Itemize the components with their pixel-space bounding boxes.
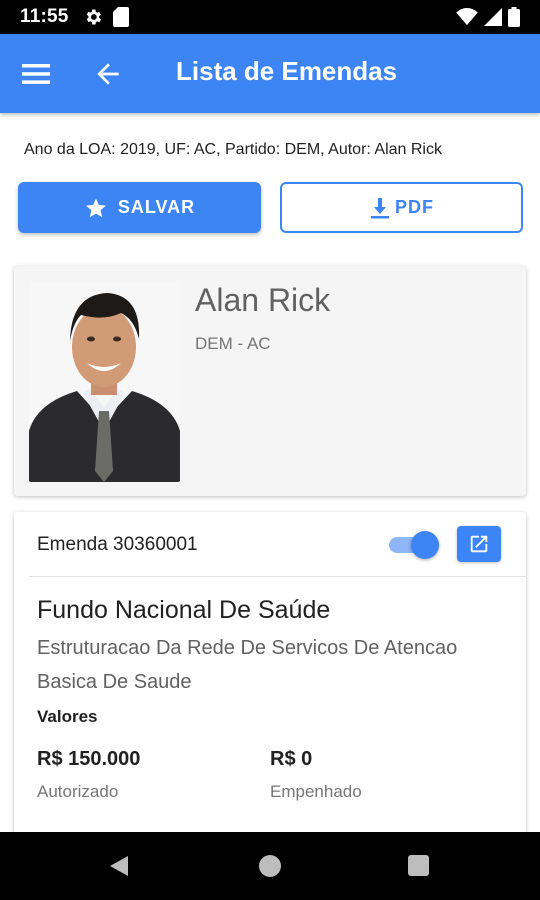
pdf-button-label: PDF <box>395 197 434 217</box>
status-right-icons <box>456 7 520 27</box>
profile-card[interactable]: Alan Rick DEM - AC <box>14 266 526 496</box>
nav-recents-icon[interactable] <box>408 855 429 876</box>
value-authorized: R$ 150.000 <box>37 748 141 770</box>
nav-home-icon[interactable] <box>259 855 281 877</box>
star-icon <box>84 196 108 220</box>
nav-bar <box>0 832 540 900</box>
gear-icon <box>86 9 101 25</box>
emenda-toggle[interactable] <box>387 530 439 560</box>
battery-icon <box>508 7 520 27</box>
status-time: 11:55 <box>20 6 69 27</box>
nav-back-icon[interactable] <box>108 854 130 878</box>
open-in-new-icon <box>470 535 488 553</box>
menu-icon <box>22 64 50 84</box>
value-committed: R$ 0 <box>270 748 313 770</box>
profile-name: Alan Rick <box>195 282 331 318</box>
emenda-number: Emenda 30360001 <box>37 534 198 555</box>
status-bar: 11:55 <box>0 0 540 34</box>
pdf-button[interactable]: PDF <box>280 182 523 233</box>
arrow-back-icon <box>97 63 119 85</box>
emenda-subtitle: Estruturacao Da Rede De Servicos De Aten… <box>37 637 458 693</box>
open-emenda-button[interactable] <box>457 526 501 562</box>
signal-icon <box>484 8 502 26</box>
save-button-label: SALVAR <box>117 197 196 217</box>
profile-party: DEM - AC <box>195 334 271 353</box>
value-committed-caption: Empenhado <box>270 782 362 801</box>
download-icon <box>369 196 391 220</box>
menu-button[interactable] <box>20 60 52 88</box>
filter-summary: Ano da LOA: 2019, UF: AC, Partido: DEM, … <box>24 141 442 158</box>
emenda-title: Fundo Nacional De Saúde <box>37 596 331 624</box>
wifi-icon <box>456 8 478 26</box>
back-button[interactable] <box>92 58 124 90</box>
app-bar: Lista de Emendas <box>0 34 540 113</box>
sd-card-icon <box>112 7 129 27</box>
status-left-icons <box>83 7 129 27</box>
toggle-thumb <box>411 531 439 559</box>
emenda-card[interactable]: Emenda 30360001 Fundo Nacional De Saúde … <box>14 512 526 852</box>
value-authorized-caption: Autorizado <box>37 782 119 801</box>
save-button[interactable]: SALVAR <box>18 182 261 233</box>
valores-label: Valores <box>37 707 98 726</box>
profile-photo <box>29 281 180 482</box>
card-divider <box>29 576 526 577</box>
page-title: Lista de Emendas <box>176 56 398 86</box>
